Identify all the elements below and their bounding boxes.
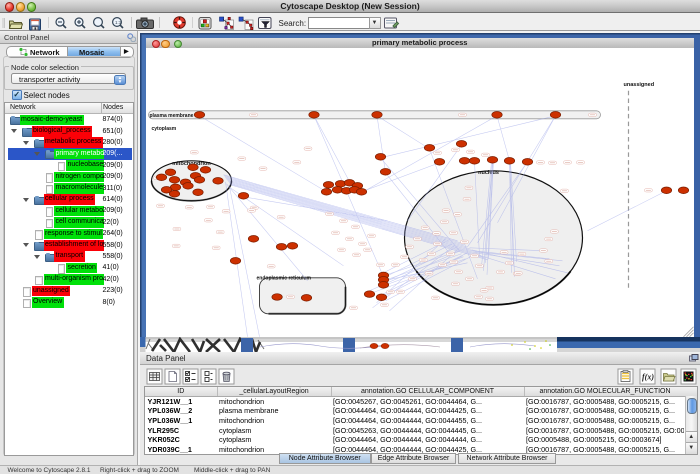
svg-text:nucleus: nucleus: [478, 170, 499, 176]
svg-text:endoplasmic reticulum: endoplasmic reticulum: [256, 275, 311, 281]
svg-text:1:1: 1:1: [115, 20, 122, 25]
svg-text:plasma membrane: plasma membrane: [149, 113, 193, 119]
svg-text:f(x): f(x): [642, 373, 654, 382]
svg-text:unassigned: unassigned: [623, 82, 654, 88]
svg-text:cytoplasm: cytoplasm: [151, 126, 176, 132]
